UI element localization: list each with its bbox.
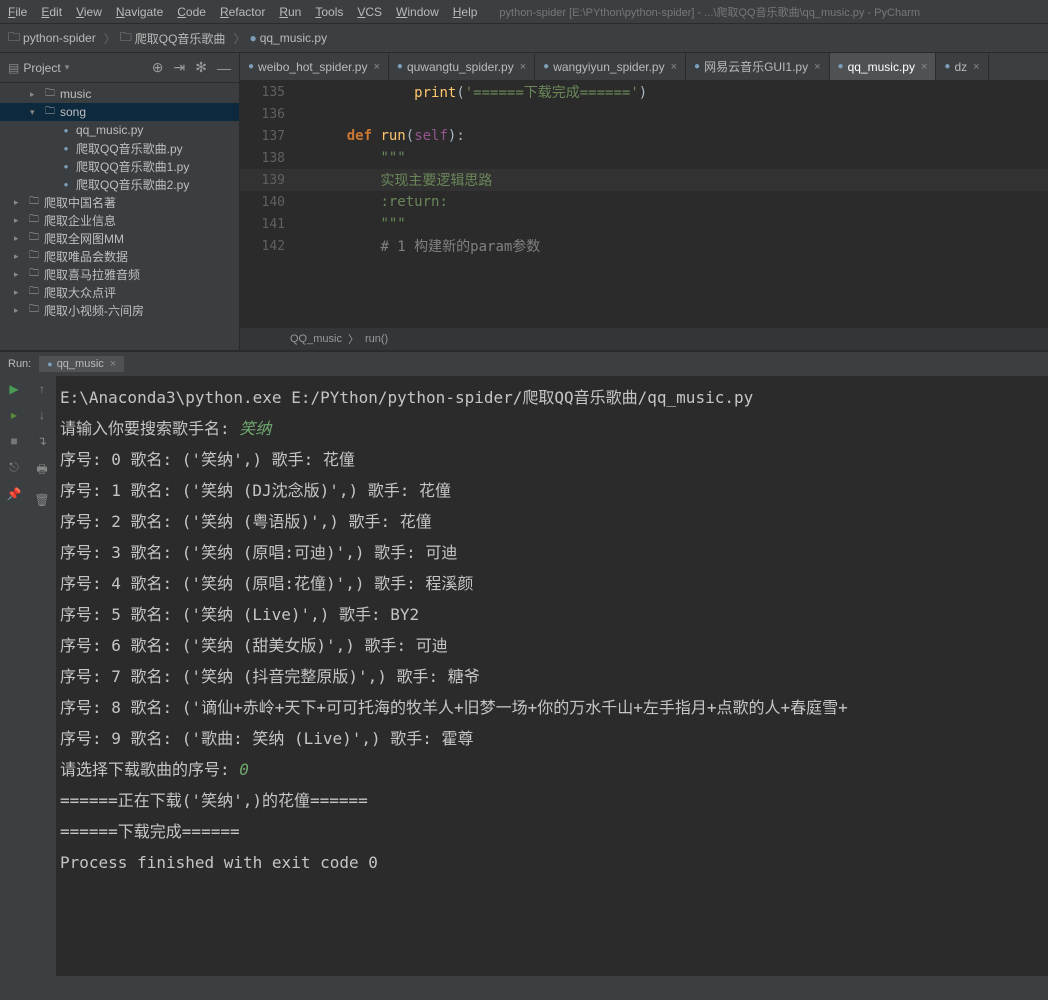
code-line[interactable]: 141 """ xyxy=(240,213,1048,235)
editor-tab[interactable]: ●weibo_hot_spider.py× xyxy=(240,53,389,80)
crumb-label: qq_music.py xyxy=(260,31,327,45)
tree-item[interactable]: ●爬取QQ音乐歌曲2.py xyxy=(0,175,239,193)
gear-icon[interactable]: ✻ xyxy=(195,59,207,76)
tree-item[interactable]: ▸🗀爬取全网图MM xyxy=(0,229,239,247)
menu-window[interactable]: Window xyxy=(396,5,439,19)
console-line: 序号: 6 歌名: ('笑纳 (甜美女版)',) 歌手: 可迪 xyxy=(60,630,1044,661)
menu-tools[interactable]: Tools xyxy=(315,5,343,19)
chevron-right-icon: 〉 xyxy=(233,30,245,47)
stop-icon[interactable]: ■ xyxy=(10,434,17,448)
menu-code[interactable]: Code xyxy=(177,5,206,19)
editor-area: ●weibo_hot_spider.py×●quwangtu_spider.py… xyxy=(240,53,1048,350)
play-icon[interactable]: ▶ xyxy=(9,382,18,396)
tree-item[interactable]: ●qq_music.py xyxy=(0,121,239,139)
project-title[interactable]: Project xyxy=(23,61,60,75)
run-console[interactable]: E:\Anaconda3\python.exe E:/PYthon/python… xyxy=(56,376,1048,976)
menu-edit[interactable]: Edit xyxy=(41,5,62,19)
chevron-right-icon: 〉 xyxy=(104,30,116,47)
console-line: 序号: 9 歌名: ('歌曲: 笑纳 (Live)',) 歌手: 霍尊 xyxy=(60,723,1044,754)
target-icon[interactable]: ⊕ xyxy=(152,59,164,76)
editor-tab[interactable]: ●网易云音乐GUI1.py× xyxy=(686,53,830,80)
console-line: 序号: 7 歌名: ('笑纳 (抖音完整原版)',) 歌手: 糖爷 xyxy=(60,661,1044,692)
debug-icon[interactable]: ▸ xyxy=(11,408,17,422)
crumb-label: python-spider xyxy=(23,31,96,45)
project-tree[interactable]: ▸🗀music▾🗀song●qq_music.py●爬取QQ音乐歌曲.py●爬取… xyxy=(0,83,239,350)
breadcrumb: 🗀 python-spider 〉 🗀 爬取QQ音乐歌曲 〉 ● qq_musi… xyxy=(0,23,1048,53)
tree-item[interactable]: ▸🗀爬取喜马拉雅音频 xyxy=(0,265,239,283)
console-line: 请选择下载歌曲的序号: 0 xyxy=(60,754,1044,785)
code-editor[interactable]: 135 print('======下载完成======')136137 def … xyxy=(240,81,1048,328)
menu-vcs[interactable]: VCS xyxy=(357,5,382,19)
console-line: 序号: 3 歌名: ('笑纳 (原唱:可迪)',) 歌手: 可迪 xyxy=(60,537,1044,568)
chevron-right-icon: 〉 xyxy=(348,331,359,347)
console-line: 请输入你要搜索歌手名: 笑纳 xyxy=(60,413,1044,444)
collapse-icon[interactable]: ⇥ xyxy=(174,59,186,76)
breadcrumb-folder[interactable]: 🗀 爬取QQ音乐歌曲 xyxy=(120,28,226,49)
run-header: Run: ● qq_music × xyxy=(0,352,1048,376)
run-panel: Run: ● qq_music × ▶ ▸ ■ ⎋ 📌 ↑ ↓ ↴ 🖶 🗑 E:… xyxy=(0,350,1048,976)
editor-tab[interactable]: ●dz× xyxy=(936,53,988,80)
editor-tab[interactable]: ●wangyiyun_spider.py× xyxy=(535,53,686,80)
menu-file[interactable]: File xyxy=(8,5,27,19)
code-line[interactable]: 135 print('======下载完成======') xyxy=(240,81,1048,103)
code-line[interactable]: 139 实现主要逻辑思路 xyxy=(240,169,1048,191)
code-line[interactable]: 136 xyxy=(240,103,1048,125)
crumb-label: 爬取QQ音乐歌曲 xyxy=(135,30,226,47)
editor-tab[interactable]: ●quwangtu_spider.py× xyxy=(389,53,535,80)
code-line[interactable]: 138 """ xyxy=(240,147,1048,169)
console-line: 序号: 5 歌名: ('笑纳 (Live)',) 歌手: BY2 xyxy=(60,599,1044,630)
menu-run[interactable]: Run xyxy=(279,5,301,19)
editor-tabs: ●weibo_hot_spider.py×●quwangtu_spider.py… xyxy=(240,53,1048,81)
code-line[interactable]: 137 def run(self): xyxy=(240,125,1048,147)
tree-item[interactable]: ▸🗀music xyxy=(0,85,239,103)
console-line: ======下载完成====== xyxy=(60,816,1044,847)
menu-navigate[interactable]: Navigate xyxy=(116,5,163,19)
console-line: 序号: 1 歌名: ('笑纳 (DJ沈念版)',) 歌手: 花僮 xyxy=(60,475,1044,506)
menubar: File Edit View Navigate Code Refactor Run Tools… xyxy=(0,0,1048,23)
editor-tab[interactable]: ●qq_music.py× xyxy=(830,53,937,80)
down-icon[interactable]: ↓ xyxy=(39,408,45,422)
project-sidebar: ▤ Project ▾ ⊕ ⇥ ✻ — ▸🗀music▾🗀song●qq_mus… xyxy=(0,53,240,350)
trash-icon[interactable]: 🗑 xyxy=(34,493,49,507)
breadcrumb-root[interactable]: 🗀 python-spider xyxy=(8,28,96,49)
menu-refactor[interactable]: Refactor xyxy=(220,5,265,19)
code-line[interactable]: 140 :return: xyxy=(240,191,1048,213)
menu-help[interactable]: Help xyxy=(453,5,478,19)
run-toolbar-left: ▶ ▸ ■ ⎋ 📌 xyxy=(0,376,28,976)
tree-item[interactable]: ▸🗀爬取唯品会数据 xyxy=(0,247,239,265)
console-line: 序号: 2 歌名: ('笑纳 (粤语版)',) 歌手: 花僮 xyxy=(60,506,1044,537)
tree-item[interactable]: ▾🗀song xyxy=(0,103,239,121)
run-tab-label: qq_music xyxy=(57,358,104,370)
crumb-class[interactable]: QQ_music xyxy=(290,333,342,345)
run-label: Run: xyxy=(8,358,31,370)
wrap-icon[interactable]: ↴ xyxy=(37,434,47,448)
pin-icon[interactable]: 📌 xyxy=(7,487,22,501)
console-line: ======正在下载('笑纳',)的花僮====== xyxy=(60,785,1044,816)
console-line: 序号: 0 歌名: ('笑纳',) 歌手: 花僮 xyxy=(60,444,1044,475)
print-icon[interactable]: 🖶 xyxy=(36,460,47,481)
tree-item[interactable]: ▸🗀爬取企业信息 xyxy=(0,211,239,229)
window-title: python-spider [E:\PYthon\python-spider] … xyxy=(499,4,920,20)
run-toolbar-right: ↑ ↓ ↴ 🖶 🗑 xyxy=(28,376,56,976)
dump-icon[interactable]: ⎋ xyxy=(9,460,19,475)
console-line: E:\Anaconda3\python.exe E:/PYthon/python… xyxy=(60,382,1044,413)
console-line: Process finished with exit code 0 xyxy=(60,847,1044,878)
breadcrumb-file[interactable]: ● qq_music.py xyxy=(249,31,327,45)
code-line[interactable]: 142 # 1 构建新的param参数 xyxy=(240,235,1048,257)
tree-item[interactable]: ●爬取QQ音乐歌曲1.py xyxy=(0,157,239,175)
hide-icon[interactable]: — xyxy=(217,60,231,76)
tree-item[interactable]: ▸🗀爬取大众点评 xyxy=(0,283,239,301)
tree-item[interactable]: ▸🗀爬取小视频-六间房 xyxy=(0,301,239,319)
console-line: 序号: 4 歌名: ('笑纳 (原唱:花僮)',) 歌手: 程溪颜 xyxy=(60,568,1044,599)
menu-view[interactable]: View xyxy=(76,5,102,19)
editor-breadcrumb: QQ_music 〉 run() xyxy=(240,328,1048,350)
console-line: 序号: 8 歌名: ('谪仙+赤岭+天下+可可托海的牧羊人+旧梦一场+你的万水千… xyxy=(60,692,1044,723)
run-tab[interactable]: ● qq_music × xyxy=(39,356,124,372)
up-icon[interactable]: ↑ xyxy=(39,382,45,396)
project-panel-header: ▤ Project ▾ ⊕ ⇥ ✻ — xyxy=(0,53,239,83)
crumb-method[interactable]: run() xyxy=(365,333,388,345)
tree-item[interactable]: ▸🗀爬取中国名著 xyxy=(0,193,239,211)
tree-item[interactable]: ●爬取QQ音乐歌曲.py xyxy=(0,139,239,157)
